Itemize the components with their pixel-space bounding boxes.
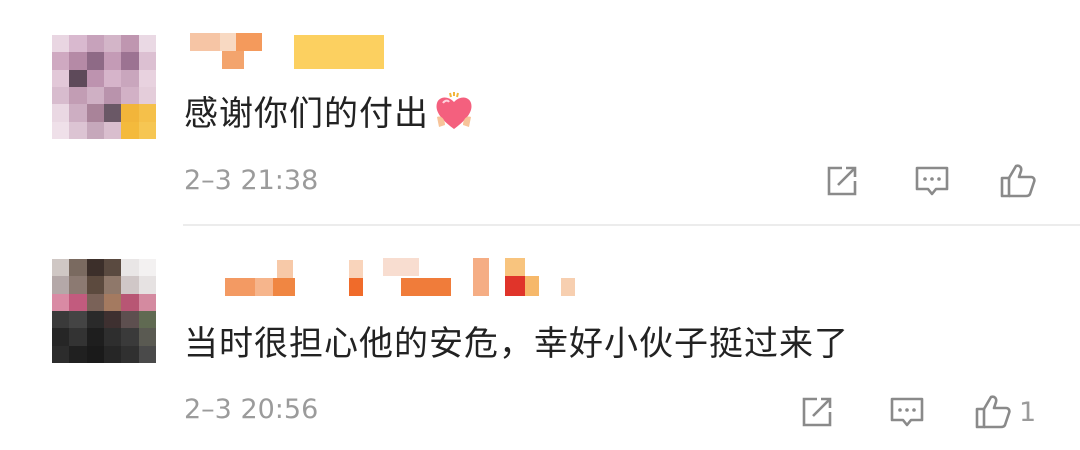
comment-time: 2–3 20:56 [184,394,319,425]
like-icon [1000,164,1036,198]
comment-item: 当时很担心他的安危，幸好小伙子挺过来了 2–3 20:56 1 [0,226,1080,450]
reply-button[interactable] [887,392,927,432]
comment-icon [890,397,924,427]
comment-text: 当时很担心他的安危，幸好小伙子挺过来了 [184,324,849,364]
share-button[interactable] [797,392,837,432]
comment-time: 2–3 21:38 [184,165,319,196]
like-icon [975,395,1011,429]
reply-button[interactable] [912,161,952,201]
share-button[interactable] [822,161,862,201]
comment-text: 感谢你们的付出 [184,86,475,135]
like-button[interactable] [998,161,1044,201]
like-count: 1 [1019,396,1037,428]
username-blurred[interactable] [225,256,585,296]
share-icon [827,166,857,196]
share-icon [802,397,832,427]
avatar[interactable] [52,35,156,139]
avatar[interactable] [52,259,156,363]
like-button[interactable]: 1 [973,392,1036,432]
heart-emoji-icon [433,91,475,133]
comment-item: 感谢你们的付出 2–3 21:38 [0,0,1080,226]
username-blurred[interactable] [190,33,390,73]
comment-icon [915,166,949,196]
